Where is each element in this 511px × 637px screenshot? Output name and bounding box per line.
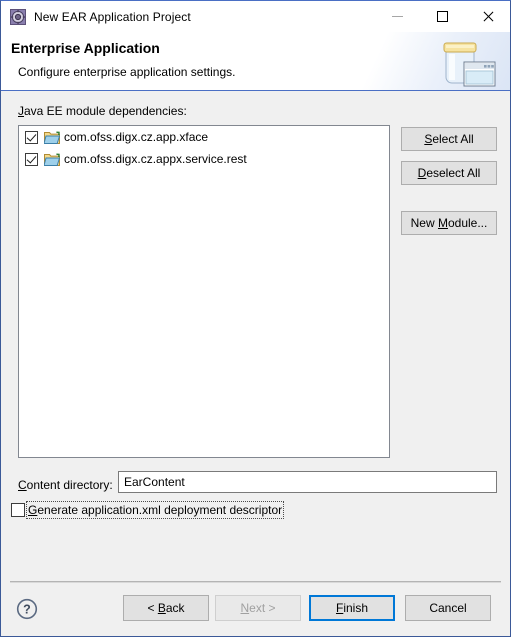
- new-ear-application-project-dialog: New EAR Application Project Enterprise A…: [0, 0, 511, 637]
- select-all-mnemonic: S: [424, 132, 433, 146]
- close-icon: [481, 10, 494, 23]
- back-label-b: ack: [165, 601, 185, 615]
- next-button: Next >: [215, 595, 301, 621]
- list-item[interactable]: com.ofss.digx.cz.appx.service.rest: [19, 148, 389, 170]
- new-module-button[interactable]: New Module...: [401, 211, 497, 235]
- page-title: Enterprise Application: [11, 40, 160, 56]
- new-module-mnemonic: M: [437, 216, 448, 230]
- dialog-body: Java EE module dependencies: com.ofss.di…: [1, 91, 510, 636]
- list-item[interactable]: com.ofss.digx.cz.app.xface: [19, 126, 389, 148]
- select-all-button[interactable]: Select All: [401, 127, 497, 151]
- generate-descriptor-mnemonic: G: [28, 503, 38, 517]
- finish-label: inish: [343, 601, 369, 615]
- generate-descriptor-label[interactable]: Generate application.xml deployment desc…: [26, 501, 285, 519]
- generate-descriptor-label-rest: enerate application.xml deployment descr…: [37, 503, 283, 517]
- cancel-label: Cancel: [429, 601, 467, 615]
- page-subtitle: Configure enterprise application setting…: [18, 65, 236, 79]
- module-checkbox[interactable]: [25, 152, 38, 166]
- back-mnemonic: B: [157, 601, 166, 615]
- cancel-button[interactable]: Cancel: [405, 595, 491, 621]
- minimize-button[interactable]: [375, 1, 420, 32]
- title-bar: New EAR Application Project: [1, 1, 510, 32]
- module-name: com.ofss.digx.cz.appx.service.rest: [64, 152, 247, 166]
- back-button[interactable]: < Back: [123, 595, 209, 621]
- content-directory-label-rest: ontent directory:: [26, 478, 113, 492]
- new-module-label-a: New: [410, 216, 438, 230]
- project-gear-icon: [10, 8, 26, 25]
- window-controls: [375, 1, 510, 32]
- window-title: New EAR Application Project: [34, 9, 191, 24]
- module-name: com.ofss.digx.cz.app.xface: [64, 130, 209, 144]
- finish-mnemonic: F: [335, 601, 344, 615]
- minimize-icon: [392, 16, 403, 17]
- folder-icon: [43, 130, 61, 144]
- maximize-button[interactable]: [420, 1, 465, 32]
- deselect-all-mnemonic: D: [417, 166, 427, 180]
- footer-divider: [10, 581, 501, 583]
- deselect-all-button[interactable]: Deselect All: [401, 161, 497, 185]
- select-all-label: elect All: [432, 132, 474, 146]
- content-directory-label: Content directory:: [18, 478, 113, 492]
- content-directory-mnemonic: C: [18, 478, 27, 492]
- content-directory-input[interactable]: [118, 471, 497, 493]
- help-icon[interactable]: ?: [16, 598, 38, 620]
- svg-text:?: ?: [23, 603, 31, 617]
- generate-descriptor-checkbox[interactable]: [11, 503, 25, 517]
- next-label: ext >: [249, 601, 276, 615]
- modules-label-rest: ava EE module dependencies:: [24, 104, 187, 118]
- jar-with-window-icon: [434, 35, 498, 89]
- deselect-all-label: eselect All: [426, 166, 481, 180]
- modules-label: Java EE module dependencies:: [18, 104, 187, 118]
- generate-descriptor-row[interactable]: Generate application.xml deployment desc…: [11, 501, 285, 519]
- back-label-a: <: [147, 601, 158, 615]
- folder-icon: [43, 152, 61, 166]
- close-button[interactable]: [465, 1, 510, 32]
- finish-button[interactable]: Finish: [309, 595, 395, 621]
- maximize-icon: [437, 11, 448, 22]
- next-mnemonic: N: [240, 601, 250, 615]
- new-module-label-b: odule...: [447, 216, 488, 230]
- module-checkbox[interactable]: [25, 130, 38, 144]
- module-dependencies-list[interactable]: com.ofss.digx.cz.app.xface com.ofss.digx…: [18, 125, 390, 458]
- wizard-header: Enterprise Application Configure enterpr…: [1, 32, 510, 91]
